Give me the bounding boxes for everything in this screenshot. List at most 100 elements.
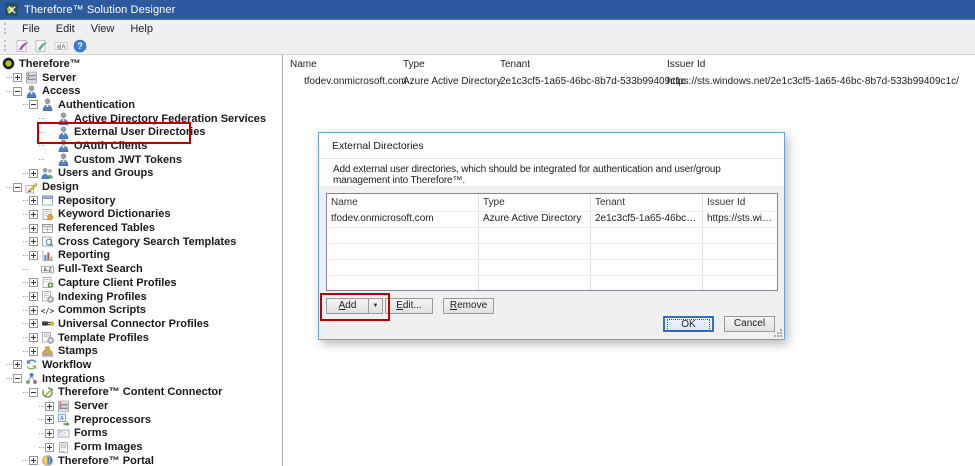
tree-item-label: Therefore™ Content Connector — [58, 386, 223, 399]
dialog-header-tenant[interactable]: Tenant — [591, 194, 703, 211]
dialog-table-row[interactable]: tfodev.onmicrosoft.com Azure Active Direc… — [327, 211, 777, 228]
external-directories-dialog: External Directories Add external user d… — [318, 132, 785, 340]
expand-icon[interactable] — [29, 319, 38, 329]
tree-item-repository[interactable]: Repository — [0, 194, 282, 208]
dialog-directories-table[interactable]: Name Type Tenant Issuer Id tfodev.onmicrosof… — [326, 193, 778, 291]
expand-icon[interactable] — [29, 223, 38, 233]
expand-icon[interactable] — [29, 333, 38, 343]
list-header-issuer-id[interactable]: Issuer Id — [667, 59, 705, 70]
add-button-label[interactable]: Add — [327, 299, 368, 313]
dialog-table-cell[interactable]: 2e1c3cf5-1a65-46bc-8b7... — [591, 211, 703, 227]
tree-item-external-user-directories[interactable]: External User Directories — [0, 125, 282, 139]
remove-button[interactable]: Remove — [443, 298, 494, 314]
dialog-table-header: Name Type Tenant Issuer Id — [327, 194, 777, 212]
tree-connector-line — [39, 118, 44, 120]
help-icon[interactable]: ? — [71, 38, 89, 53]
reporting-icon — [41, 249, 54, 262]
dialog-header-type[interactable]: Type — [479, 194, 591, 211]
expand-icon[interactable] — [29, 209, 38, 219]
tree-item-full-text-search[interactable]: A-Z Full-Text Search — [0, 262, 282, 276]
tree-item-label: Common Scripts — [58, 304, 147, 317]
expand-icon[interactable] — [29, 278, 38, 288]
expand-icon[interactable] — [45, 415, 54, 425]
expand-icon[interactable] — [29, 456, 38, 466]
tree-item-authentication[interactable]: Authentication — [0, 98, 282, 112]
dialog-header-issuer-id[interactable]: Issuer Id — [703, 194, 777, 211]
collapse-icon[interactable] — [13, 86, 22, 96]
tree-item-design[interactable]: Design — [0, 180, 282, 194]
tree-item-keyword-dictionaries[interactable]: Keyword Dictionaries — [0, 208, 282, 222]
designer-mode-teal-icon[interactable] — [33, 38, 51, 53]
add-button[interactable]: Add ▼ — [326, 298, 383, 314]
list-header-tenant[interactable]: Tenant — [500, 59, 530, 70]
tree-connector-line — [23, 309, 28, 311]
collapse-icon[interactable] — [13, 374, 22, 384]
expand-icon[interactable] — [29, 346, 38, 356]
cancel-button[interactable]: Cancel — [724, 316, 775, 332]
tree-item-common-scripts[interactable]: </> Common Scripts — [0, 303, 282, 317]
expand-icon[interactable] — [45, 442, 54, 452]
tree-item-cross-category-search-templates[interactable]: Cross Category Search Templates — [0, 235, 282, 249]
tree-item-server[interactable]: Server — [0, 71, 282, 85]
expand-icon[interactable] — [45, 401, 54, 411]
menu-edit[interactable]: Edit — [48, 22, 83, 36]
expand-icon[interactable] — [29, 292, 38, 302]
tree-item-custom-jwt-tokens[interactable]: Custom JWT Tokens — [0, 153, 282, 167]
tree-item-reporting[interactable]: Reporting — [0, 249, 282, 263]
toolbar-grip-handle[interactable] — [4, 40, 9, 51]
ok-button-label[interactable]: OK — [667, 319, 710, 331]
tree-item-therefore-content-connector[interactable]: Therefore™ Content Connector — [0, 386, 282, 400]
menu-help[interactable]: Help — [122, 22, 161, 36]
list-header-type[interactable]: Type — [403, 59, 425, 70]
tree-item-preprocessors[interactable]: A Preprocessors — [0, 413, 282, 427]
tree-item-active-directory-federation-services[interactable]: Active Directory Federation Services — [0, 112, 282, 126]
ok-button[interactable]: OK — [663, 316, 714, 332]
tree-item-referenced-tables[interactable]: Referenced Tables — [0, 221, 282, 235]
dialog-table-cell[interactable]: Azure Active Directory — [479, 211, 591, 227]
tree-item-therefore-portal[interactable]: Therefore™ Portal — [0, 454, 282, 466]
expand-icon[interactable] — [29, 168, 38, 178]
add-dropdown-arrow-icon[interactable]: ▼ — [368, 299, 382, 313]
collapse-icon[interactable] — [29, 387, 38, 397]
tree-item-stamps[interactable]: Stamps — [0, 344, 282, 358]
list-header-name[interactable]: Name — [290, 59, 317, 70]
collapse-icon[interactable] — [13, 182, 22, 192]
tree-item-integrations[interactable]: Integrations — [0, 372, 282, 386]
edit-button[interactable]: Edit... — [385, 298, 433, 314]
tree-item-users-and-groups[interactable]: Users and Groups — [0, 167, 282, 181]
tree-item-oauth-clients[interactable]: OAuth Clients — [0, 139, 282, 153]
list-row-cell[interactable]: Azure Active Directory — [403, 76, 501, 87]
list-row-cell[interactable]: 2e1c3cf5-1a65-46bc-8b7d-533b99409c1c — [500, 76, 686, 87]
list-row-cell[interactable]: https://sts.windows.net/2e1c3cf5-1a65-46… — [667, 76, 959, 87]
tree-item-indexing-profiles[interactable]: Indexing Profiles — [0, 290, 282, 304]
tree-item-server[interactable]: Server — [0, 399, 282, 413]
tree-item-access[interactable]: Access — [0, 84, 282, 98]
dialog-header-name[interactable]: Name — [327, 194, 479, 211]
tree-item-universal-connector-profiles[interactable]: Universal Connector Profiles — [0, 317, 282, 331]
rename-text-icon[interactable]: a|A — [52, 38, 70, 53]
menu-file[interactable]: File — [14, 22, 48, 36]
list-row-cell[interactable]: tfodev.onmicrosoft.com — [304, 76, 407, 87]
expand-icon[interactable] — [13, 360, 22, 370]
tree-item-forms[interactable]: Forms — [0, 427, 282, 441]
tree-item-workflow[interactable]: Workflow — [0, 358, 282, 372]
expand-icon[interactable] — [45, 428, 54, 438]
designer-mode-purple-icon[interactable] — [14, 38, 32, 53]
dialog-table-cell[interactable]: https://sts.windo... — [703, 211, 777, 227]
dialog-resize-grip[interactable] — [773, 328, 782, 337]
tree-item-template-profiles[interactable]: Template Profiles — [0, 331, 282, 345]
therefore-logo-icon — [2, 57, 15, 70]
stamp-icon — [41, 345, 54, 358]
menu-view[interactable]: View — [83, 22, 123, 36]
expand-icon[interactable] — [29, 237, 38, 247]
expand-icon[interactable] — [29, 250, 38, 260]
expand-icon[interactable] — [13, 73, 22, 83]
dialog-table-cell[interactable]: tfodev.onmicrosoft.com — [327, 211, 479, 227]
menu-grip-handle[interactable] — [4, 23, 9, 34]
tree-item-form-images[interactable]: Form Images — [0, 440, 282, 454]
expand-icon[interactable] — [29, 196, 38, 206]
tree-item-therefore[interactable]: Therefore™ — [0, 57, 282, 71]
tree-item-capture-client-profiles[interactable]: Capture Client Profiles — [0, 276, 282, 290]
collapse-icon[interactable] — [29, 100, 38, 110]
expand-icon[interactable] — [29, 305, 38, 315]
